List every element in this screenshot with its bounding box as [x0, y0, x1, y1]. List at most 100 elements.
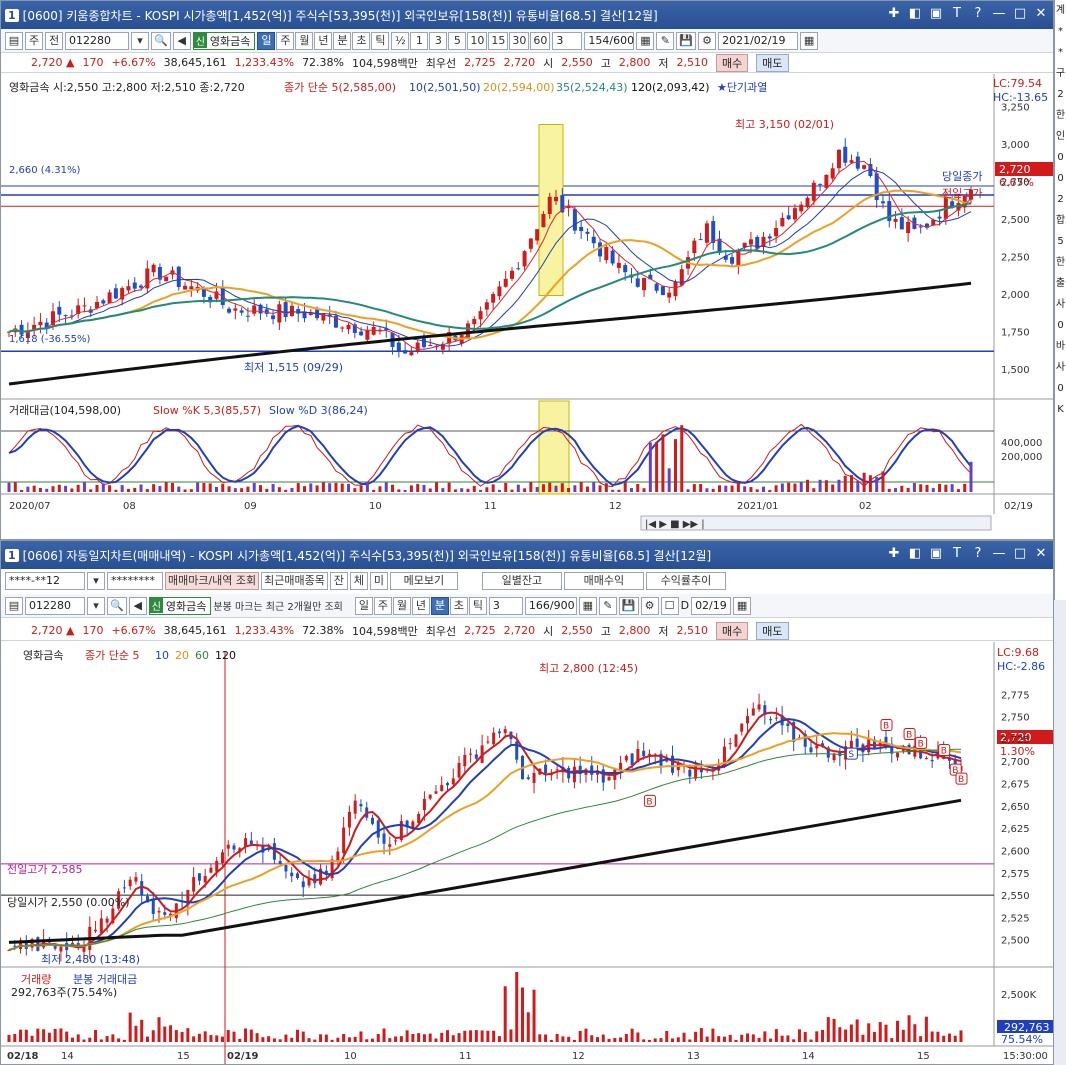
ask-price: 2,725 [464, 56, 496, 69]
help-icon[interactable]: ? [970, 546, 986, 562]
period-월[interactable]: 월 [392, 596, 411, 615]
tab-memo[interactable]: 메모보기 [389, 572, 458, 590]
dropdown-icon[interactable]: ▾ [131, 31, 149, 50]
interval-60[interactable]: 60 [530, 31, 551, 50]
maximize-icon[interactable]: □ [1012, 6, 1028, 22]
add-icon[interactable]: ✚ [886, 546, 902, 562]
period-분[interactable]: 분 [430, 596, 449, 615]
bar-count-input[interactable]: 154/600 [584, 31, 635, 50]
return-trend-button[interactable]: 수익률추이 [645, 572, 726, 590]
link-icon[interactable]: ◧ [907, 546, 923, 562]
save-icon[interactable]: 💾 [676, 31, 697, 50]
period-년[interactable]: 년 [411, 596, 430, 615]
amount-bar [749, 487, 753, 492]
link-icon[interactable]: ◧ [907, 6, 923, 22]
y-tick: 2,675 [1001, 780, 1030, 791]
stock-code-input[interactable]: 012280 [65, 31, 129, 50]
period-년[interactable]: 년 [314, 31, 333, 50]
text-icon[interactable]: T [949, 6, 965, 22]
indicator-icon[interactable]: ▦ [636, 31, 655, 50]
interval-10[interactable]: 10 [467, 31, 488, 50]
trade-profit-button[interactable]: 매매수익 [563, 572, 644, 590]
close-icon[interactable]: ✕ [1033, 6, 1049, 22]
period-주[interactable]: 주 [373, 596, 392, 615]
minimize-icon[interactable]: — [991, 546, 1007, 562]
daily-balance-button[interactable]: 일별잔고 [481, 572, 562, 590]
date-checkbox[interactable]: ☐ [660, 596, 679, 615]
add-icon[interactable]: ✚ [886, 6, 902, 22]
mark-note: 분봉 마크는 최근 2개월만 조회 [213, 602, 343, 613]
layout-icon[interactable]: ▣ [928, 6, 944, 22]
interval-15[interactable]: 15 [488, 31, 509, 50]
password-input[interactable]: ******** [107, 572, 163, 590]
close-icon[interactable]: ✕ [1033, 546, 1049, 562]
menu-icon[interactable]: ▤ [5, 31, 23, 50]
interval-1[interactable]: 1 [410, 31, 429, 50]
sell-button[interactable]: 매도 [756, 53, 789, 72]
draw-icon[interactable]: ✎ [656, 31, 675, 50]
volume-bar [619, 1037, 623, 1042]
period-주[interactable]: 주 [276, 31, 295, 50]
buy-button[interactable]: 매수 [716, 53, 749, 72]
date-input-2[interactable]: 02/19 [691, 596, 732, 615]
period-초[interactable]: 초 [352, 31, 371, 50]
tab-filled[interactable]: 체 [349, 572, 368, 590]
daily-chart[interactable]: 400,000 200,000 영화금속 시:2,550 고:2,800 저:2,… [1, 74, 1053, 539]
interval-count-select[interactable]: 3 [552, 31, 583, 50]
speaker-icon[interactable]: ◀ [128, 596, 147, 615]
search-icon[interactable]: 🔍 [151, 31, 171, 50]
window-titlebar[interactable]: 1 [0600] 키움종합차트 - KOSPI 시가총액[1,452(억)] 주… [1, 1, 1053, 29]
minute-chart[interactable]: 2,500K BSBBBBBB 영화금속 종가 단순 5 10 20 60 12… [1, 642, 1053, 1064]
sell-button[interactable]: 매도 [756, 621, 789, 640]
stock-name-box-2[interactable]: 신 영화금속 [148, 596, 212, 615]
speaker-icon[interactable]: ◀ [172, 31, 191, 50]
period-일[interactable]: 일 [257, 31, 276, 50]
minute-count-select[interactable]: 3 [488, 596, 523, 615]
tab-recent-items[interactable]: 최근매매종목 [261, 572, 328, 590]
period-일[interactable]: 일 [354, 596, 373, 615]
stock-code-input-2[interactable]: 012280 [25, 596, 85, 615]
period-초[interactable]: 초 [449, 596, 468, 615]
stock-name-box[interactable]: 신 영화금속 [192, 31, 256, 50]
tab-balance[interactable]: 잔 [329, 572, 348, 590]
period-틱[interactable]: 틱 [371, 31, 390, 50]
period-틱[interactable]: 틱 [468, 596, 487, 615]
dropdown-icon[interactable]: ▾ [87, 572, 105, 590]
period-분[interactable]: 분 [333, 31, 352, 50]
save-icon[interactable]: 💾 [618, 596, 639, 615]
interval-3[interactable]: 3 [429, 31, 448, 50]
volume-bar [561, 1036, 565, 1042]
volume-bar [336, 1037, 340, 1042]
help-icon[interactable]: ? [970, 6, 986, 22]
window-titlebar-2[interactable]: 1 [0606] 자동일지차트(매매내역) - KOSPI 시가총액[1,452… [1, 541, 1053, 569]
bar-count-input-2[interactable]: 166/900 [524, 596, 577, 615]
period-월[interactable]: 월 [295, 31, 314, 50]
tab-trade-mark[interactable]: 매매마크/내역 조회 [165, 572, 260, 590]
tab-unfilled[interactable]: 미 [369, 572, 388, 590]
volume-bar [503, 986, 507, 1042]
interval-30[interactable]: 30 [509, 31, 530, 50]
amount-bar [447, 482, 451, 492]
interval-½[interactable]: ½ [391, 31, 410, 50]
menu-icon[interactable]: ▤ [5, 596, 23, 615]
maximize-icon[interactable]: □ [1012, 546, 1028, 562]
draw-icon[interactable]: ✎ [598, 596, 617, 615]
text-icon[interactable]: T [949, 546, 965, 562]
indicator-icon[interactable]: ▦ [578, 596, 597, 615]
date-input[interactable]: 2021/02/19 [718, 31, 799, 50]
settings-icon[interactable]: ⚙ [640, 596, 659, 615]
search-icon[interactable]: 🔍 [107, 596, 127, 615]
layout-icon[interactable]: ▣ [928, 546, 944, 562]
amount-bar [353, 488, 357, 492]
candle [722, 746, 726, 763]
account-select[interactable]: ****-**12 [5, 572, 85, 590]
settings-icon[interactable]: ⚙ [698, 31, 717, 50]
calendar-icon[interactable]: ▦ [800, 31, 819, 50]
calendar-icon[interactable]: ▦ [733, 596, 752, 615]
period-week-select[interactable]: 주 [25, 31, 43, 50]
prev-button[interactable]: 전 [45, 31, 63, 50]
interval-5[interactable]: 5 [448, 31, 467, 50]
buy-button[interactable]: 매수 [716, 621, 749, 640]
dropdown-icon[interactable]: ▾ [87, 596, 105, 615]
minimize-icon[interactable]: — [991, 6, 1007, 22]
